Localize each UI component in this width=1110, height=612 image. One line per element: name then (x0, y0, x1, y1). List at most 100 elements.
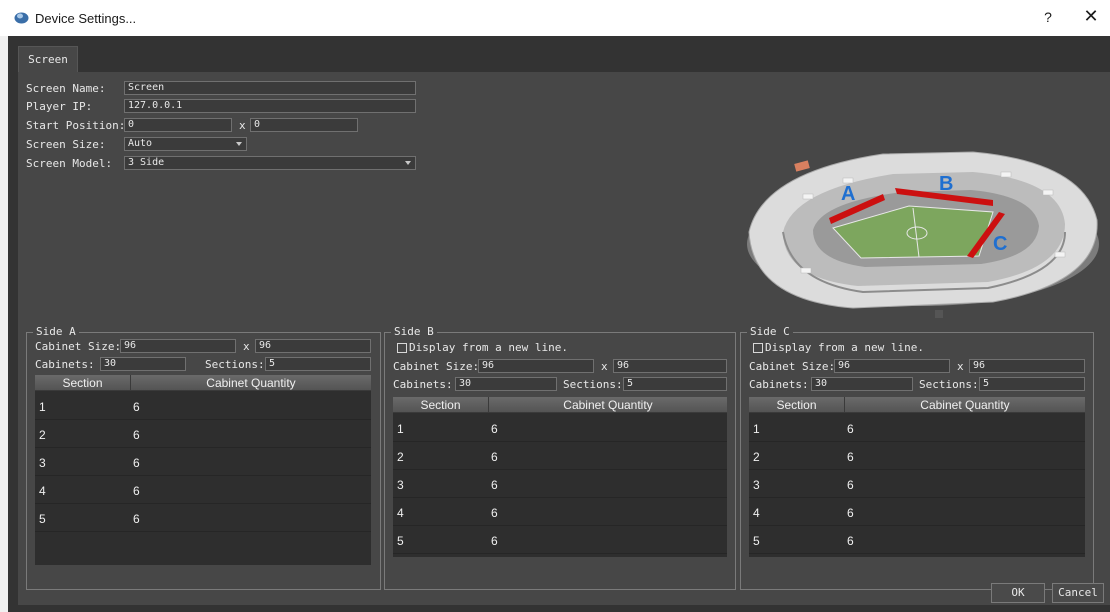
close-button[interactable]: ✕ (1081, 6, 1101, 27)
app-logo-icon (14, 12, 29, 24)
side-b-group: Side B Display from a new line. Cabinet … (384, 325, 736, 590)
quantity-cell: 6 (491, 506, 498, 520)
start-x-input[interactable]: 0 (124, 118, 232, 132)
side-a-table: Section Cabinet Quantity 16 26 36 46 56 (35, 375, 371, 565)
section-cell: 5 (39, 512, 46, 526)
screen-model-select[interactable]: 3 Side (124, 156, 416, 170)
table-row[interactable]: 56 (393, 526, 727, 554)
screen-size-value: Auto (128, 138, 153, 149)
table-header: Section Cabinet Quantity (393, 397, 727, 413)
side-a-group: Side A Cabinet Size: 96 x 96 Cabinets: 3… (26, 325, 381, 590)
section-cell: 2 (753, 450, 760, 464)
side-b-marker: B (939, 173, 953, 195)
table-row[interactable]: 26 (35, 420, 371, 448)
side-c-cabinet-height-input[interactable]: 96 (969, 359, 1085, 373)
section-cell: 1 (397, 422, 404, 436)
column-header-section[interactable]: Section (35, 375, 130, 391)
side-b-title: Side B (391, 325, 437, 338)
side-c-new-line-checkbox[interactable] (753, 343, 763, 353)
quantity-cell: 6 (491, 478, 498, 492)
side-a-marker: A (841, 183, 855, 205)
side-b-cabinet-height-input[interactable]: 96 (613, 359, 727, 373)
start-position-label: Start Position: (26, 119, 126, 132)
table-row[interactable]: 16 (749, 414, 1085, 442)
side-a-cabinet-width-input[interactable]: 96 (120, 339, 236, 353)
side-b-cabinet-size-label: Cabinet Size: (393, 360, 480, 373)
quantity-cell: 6 (133, 428, 140, 442)
side-c-size-separator: x (957, 360, 964, 373)
side-a-sections-input[interactable]: 5 (265, 357, 371, 371)
side-b-cabinets-label: Cabinets: (393, 378, 453, 391)
table-row[interactable]: 56 (35, 504, 371, 532)
side-c-sections-input[interactable]: 5 (979, 377, 1085, 391)
section-cell: 4 (753, 506, 760, 520)
quantity-cell: 6 (133, 484, 140, 498)
chevron-down-icon (236, 142, 242, 146)
table-row[interactable]: 36 (749, 470, 1085, 498)
start-y-input[interactable]: 0 (250, 118, 358, 132)
table-row[interactable]: 36 (393, 470, 727, 498)
section-cell: 2 (397, 450, 404, 464)
screen-name-input[interactable]: Screen (124, 81, 416, 95)
cancel-button[interactable]: Cancel (1052, 583, 1104, 603)
section-cell: 1 (39, 400, 46, 414)
side-a-size-separator: x (243, 340, 250, 353)
side-a-sections-label: Sections: (205, 358, 265, 371)
column-header-section[interactable]: Section (393, 397, 488, 413)
side-b-cabinets-input[interactable]: 30 (455, 377, 557, 391)
table-row[interactable]: 46 (393, 498, 727, 526)
side-c-sections-label: Sections: (919, 378, 979, 391)
title-bar: Device Settings... ? ✕ (0, 0, 1110, 36)
column-header-cabinet-quantity[interactable]: Cabinet Quantity (488, 397, 727, 413)
side-b-size-separator: x (601, 360, 608, 373)
quantity-cell: 6 (847, 478, 854, 492)
table-row[interactable]: 46 (749, 498, 1085, 526)
quantity-cell: 6 (491, 534, 498, 548)
screen-size-select[interactable]: Auto (124, 137, 247, 151)
table-row[interactable]: 26 (393, 442, 727, 470)
table-row[interactable]: 56 (749, 526, 1085, 554)
side-a-cabinet-height-input[interactable]: 96 (255, 339, 371, 353)
dialog-body: Screen Screen Name: Screen Player IP: 12… (8, 36, 1110, 612)
side-c-cabinet-width-input[interactable]: 96 (834, 359, 950, 373)
side-c-cabinets-label: Cabinets: (749, 378, 809, 391)
help-button[interactable]: ? (1040, 9, 1056, 25)
column-header-cabinet-quantity[interactable]: Cabinet Quantity (130, 375, 371, 391)
section-cell: 3 (397, 478, 404, 492)
section-cell: 3 (39, 456, 46, 470)
quantity-cell: 6 (491, 450, 498, 464)
side-a-title: Side A (33, 325, 79, 338)
tab-screen[interactable]: Screen (18, 46, 78, 72)
stadium-preview-image: A B C (747, 151, 1099, 318)
table-row[interactable]: 46 (35, 476, 371, 504)
screen-size-label: Screen Size: (26, 138, 106, 151)
side-c-table: Section Cabinet Quantity 16 26 36 46 56 (749, 397, 1085, 557)
table-row[interactable]: 16 (393, 414, 727, 442)
table-row[interactable]: 36 (35, 448, 371, 476)
side-b-cabinet-width-input[interactable]: 96 (478, 359, 594, 373)
table-header: Section Cabinet Quantity (749, 397, 1085, 413)
side-c-cabinets-input[interactable]: 30 (811, 377, 913, 391)
ok-button[interactable]: OK (991, 583, 1045, 603)
side-b-sections-label: Sections: (563, 378, 623, 391)
column-header-cabinet-quantity[interactable]: Cabinet Quantity (844, 397, 1085, 413)
quantity-cell: 6 (847, 450, 854, 464)
quantity-cell: 6 (847, 422, 854, 436)
section-cell: 4 (39, 484, 46, 498)
side-b-sections-input[interactable]: 5 (623, 377, 727, 391)
screen-model-label: Screen Model: (26, 157, 113, 170)
table-row[interactable]: 16 (35, 392, 371, 420)
section-cell: 1 (753, 422, 760, 436)
screen-model-value: 3 Side (128, 157, 165, 168)
side-a-cabinets-input[interactable]: 30 (100, 357, 186, 371)
player-ip-input[interactable]: 127.0.0.1 (124, 99, 416, 113)
section-cell: 4 (397, 506, 404, 520)
quantity-cell: 6 (133, 400, 140, 414)
table-row[interactable]: 26 (749, 442, 1085, 470)
column-header-section[interactable]: Section (749, 397, 844, 413)
quantity-cell: 6 (847, 534, 854, 548)
side-b-table: Section Cabinet Quantity 16 26 36 46 56 (393, 397, 727, 557)
side-b-new-line-checkbox[interactable] (397, 343, 407, 353)
player-ip-label: Player IP: (26, 100, 93, 113)
table-header: Section Cabinet Quantity (35, 375, 371, 391)
